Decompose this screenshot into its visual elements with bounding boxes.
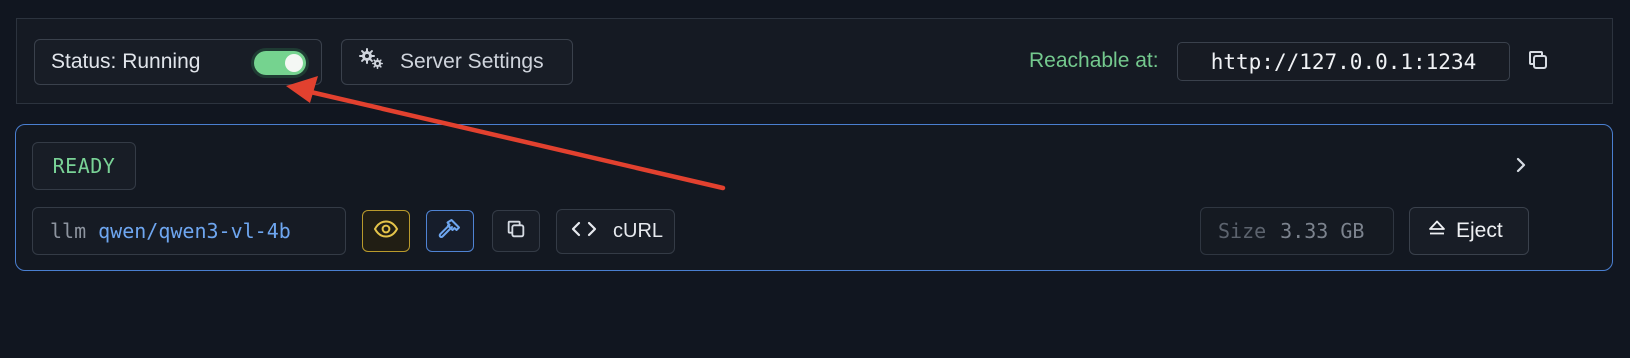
server-url-text: http://127.0.0.1:1234 <box>1210 49 1477 74</box>
model-identifier[interactable]: llm qwen/qwen3-vl-4b <box>32 207 346 255</box>
server-url[interactable]: http://127.0.0.1:1234 <box>1177 42 1510 81</box>
server-status-toggle[interactable]: Status: Running <box>34 39 322 85</box>
copy-icon[interactable] <box>1526 48 1550 72</box>
eject-icon <box>1428 219 1446 243</box>
model-size: Size 3.33 GB <box>1200 207 1394 255</box>
status-label: Status: Running <box>51 50 201 73</box>
curl-button[interactable]: cURL <box>556 209 675 254</box>
curl-label: cURL <box>613 220 664 242</box>
toggle-track <box>254 51 306 75</box>
copy-icon <box>505 218 527 245</box>
server-bar: Status: Running Server Settings Reachabl… <box>16 18 1613 104</box>
code-brackets-icon <box>571 219 597 245</box>
chevron-right-icon[interactable] <box>1509 153 1533 177</box>
eject-button[interactable]: Eject <box>1409 207 1529 255</box>
server-settings-button[interactable]: Server Settings <box>341 39 573 85</box>
server-settings-label: Server Settings <box>400 50 544 73</box>
copy-model-button[interactable] <box>492 210 540 252</box>
status-badge-text: READY <box>52 154 116 178</box>
model-type: llm <box>50 219 87 243</box>
eject-label: Eject <box>1456 219 1503 242</box>
hammer-icon <box>438 217 462 246</box>
gears-icon <box>358 47 386 77</box>
model-card: READY llm qwen/qwen3-vl-4b cURL Size 3.3… <box>15 124 1613 271</box>
reachable-label: Reachable at: <box>1029 49 1159 72</box>
size-label: Size <box>1218 219 1267 243</box>
status-badge: READY <box>32 142 136 190</box>
toggle-knob <box>285 54 303 72</box>
running-toggle[interactable] <box>251 48 309 78</box>
eye-icon <box>373 219 399 244</box>
tool-use-capability-button[interactable] <box>426 210 474 252</box>
model-name: qwen/qwen3-vl-4b <box>98 219 291 243</box>
size-value: 3.33 GB <box>1280 219 1365 243</box>
vision-capability-button[interactable] <box>362 210 410 252</box>
